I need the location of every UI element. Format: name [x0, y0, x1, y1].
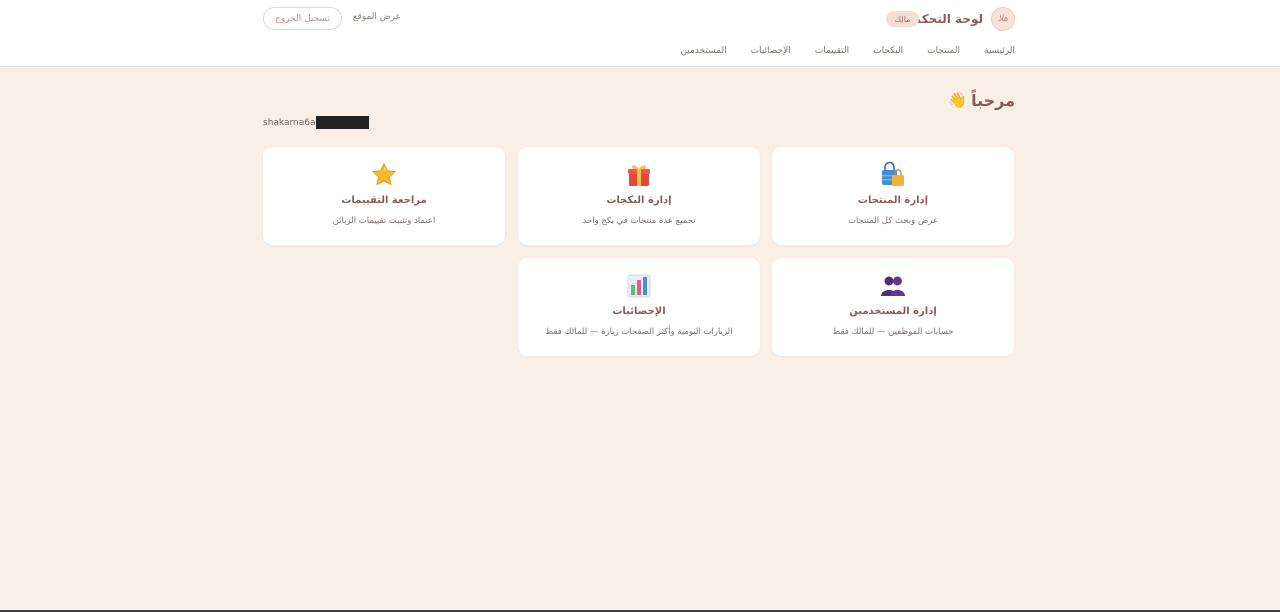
welcome-heading: مرحباً 👋	[948, 88, 1015, 112]
card-title: مراجعة التقييمات	[341, 195, 427, 206]
card-title: إدارة المنتجات	[857, 195, 929, 206]
nav-item-packages[interactable]: البكجات	[873, 43, 903, 59]
card-title: الإحصائيات	[612, 306, 666, 317]
card-stats[interactable]: الإحصائيات الزيارات اليومية وأكثر الصفحا…	[518, 258, 760, 356]
card-packages[interactable]: إدارة البكجات تجميع عدة منتجات في بكج وا…	[518, 147, 760, 245]
card-users[interactable]: إدارة المستخدمين حسابات الموظفين — للمال…	[772, 258, 1014, 356]
card-description: حسابات الموظفين — للمالك فقط	[832, 327, 954, 337]
logout-button[interactable]: تسجيل الخروج	[263, 7, 342, 30]
card-reviews[interactable]: مراجعة التقييمات اعتماد وتثبيت تقييمات ا…	[263, 147, 505, 245]
logo: هلا	[991, 7, 1015, 31]
main-nav: الرئيسية المنتجات البكجات التقييمات الإح…	[680, 43, 1015, 59]
greeting-text: مرحباً	[971, 90, 1015, 110]
email-text: shakarna6a	[263, 117, 316, 128]
nav-item-stats[interactable]: الإحصائيات	[751, 43, 791, 59]
card-products[interactable]: إدارة المنتجات عرض وبحث كل المنتجات	[772, 147, 1014, 245]
card-title: إدارة البكجات	[606, 195, 672, 206]
waving-hand-icon: 👋	[948, 91, 968, 109]
nav-item-users[interactable]: المستخدمين	[680, 43, 726, 59]
top-header: هلا لوحة التحكم مالك عرض الموقع تسجيل ال…	[0, 0, 1280, 67]
nav-item-products[interactable]: المنتجات	[927, 43, 960, 59]
card-description: عرض وبحث كل المنتجات	[847, 216, 938, 226]
nav-item-home[interactable]: الرئيسية	[984, 43, 1015, 59]
card-title: إدارة المستخدمين	[849, 306, 937, 317]
page-title: لوحة التحكم	[912, 12, 983, 26]
shopping-bags-icon	[772, 161, 1014, 189]
card-description: الزيارات اليومية وأكثر الصفحات زيارة — ل…	[545, 327, 733, 337]
card-description: تجميع عدة منتجات في بكج واحد	[582, 216, 696, 226]
star-icon	[263, 161, 505, 189]
nav-item-reviews[interactable]: التقييمات	[815, 43, 849, 59]
role-badge: مالك	[886, 11, 919, 27]
redacted-block	[316, 116, 370, 129]
users-icon	[772, 272, 1014, 300]
view-site-link[interactable]: عرض الموقع	[353, 12, 401, 22]
bar-chart-icon	[518, 272, 760, 300]
card-description: اعتماد وتثبيت تقييمات الزبائن	[332, 216, 436, 226]
user-email: shakarna6a	[263, 116, 370, 129]
logo-text: هلا	[997, 14, 1009, 24]
gift-icon	[518, 161, 760, 189]
